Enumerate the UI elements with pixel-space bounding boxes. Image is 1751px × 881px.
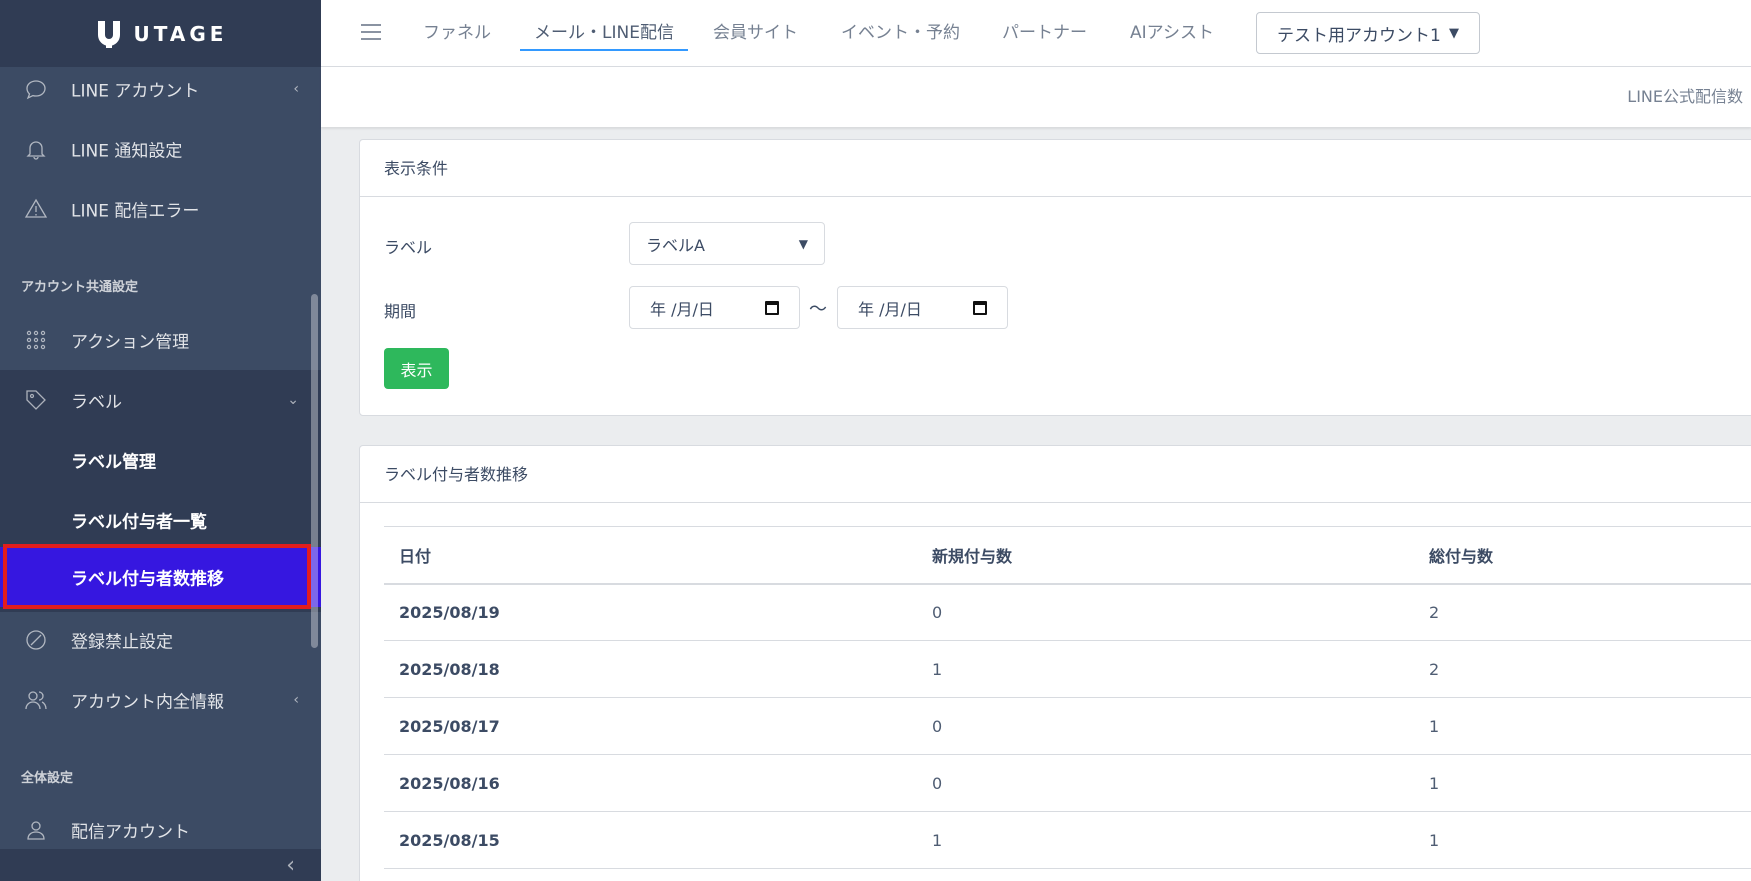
sidebar-item-line-error[interactable]: LINE 配信エラー <box>0 179 321 239</box>
sidebar-section-title: 全体設定 <box>21 771 74 786</box>
chevron-down-icon: ⌄ <box>287 392 299 408</box>
calendar-icon[interactable] <box>765 300 779 315</box>
chevron-left-icon: ‹ <box>293 692 299 708</box>
row-new-count: 1 <box>917 640 1414 698</box>
sidebar-item-label[interactable]: ラベル ⌄ <box>0 370 321 430</box>
bell-icon <box>26 141 46 160</box>
nav-mail-line[interactable]: メール・LINE配信 <box>520 0 688 67</box>
trend-card-title: ラベル付与者数推移 <box>360 446 1751 503</box>
trend-table: 日付 新規付与数 総付与数 2025/08/19 0 2 2025/08/18 … <box>384 526 1751 869</box>
table-row: 2025/08/16 0 1 <box>384 754 1751 812</box>
label-field-label: ラベル <box>384 238 433 257</box>
sidebar-item-label-users[interactable]: ラベル付与者一覧 <box>0 490 321 550</box>
row-total-count: 1 <box>1414 811 1751 869</box>
filter-card-title: 表示条件 <box>360 140 1751 197</box>
show-button[interactable]: 表示 <box>384 348 449 389</box>
trend-card: ラベル付与者数推移 日付 新規付与数 総付与数 2025/08/19 0 2 2… <box>359 445 1751 881</box>
line-delivery-count-link[interactable]: LINE公式配信数 <box>1627 67 1743 127</box>
range-separator: 〜 <box>809 299 827 320</box>
row-total-count: 2 <box>1414 583 1751 641</box>
sidebar-item-label-manage[interactable]: ラベル管理 <box>0 430 321 490</box>
calendar-icon[interactable] <box>973 300 987 315</box>
tag-icon <box>26 390 46 410</box>
nav-funnel[interactable]: ファネル <box>423 0 491 67</box>
row-new-count: 1 <box>917 811 1414 869</box>
ban-icon <box>26 630 46 650</box>
sidebar-item-line-notify[interactable]: LINE 通知設定 <box>0 119 321 179</box>
subheader: LINE公式配信数 <box>321 67 1751 127</box>
nav-ai-assist[interactable]: AIアシスト <box>1130 0 1214 67</box>
table-row: 2025/08/19 0 2 <box>384 583 1751 641</box>
sidebar-section-title: アカウント共通設定 <box>21 280 139 295</box>
sidebar-item-block-settings[interactable]: 登録禁止設定 <box>0 610 321 670</box>
sidebar-minimizer[interactable]: ‹ <box>0 849 321 881</box>
table-header-row: 日付 新規付与数 総付与数 <box>384 526 1751 585</box>
account-select[interactable]: テスト用アカウント1 ▼ <box>1256 12 1480 54</box>
filter-card: 表示条件 ラベル ラベルA ▼ 期間 年 /月/日 〜 年 /月/日 表示 <box>359 139 1751 416</box>
row-new-count: 0 <box>917 754 1414 812</box>
menu-toggle-icon[interactable] <box>361 24 381 40</box>
sidebar-item-action-manage[interactable]: アクション管理 <box>0 310 321 370</box>
start-date-placeholder: 年 /月/日 <box>650 299 714 319</box>
brand-name: UTAGE <box>133 21 228 46</box>
sidebar-scrollbar[interactable] <box>311 294 318 648</box>
account-select-value: テスト用アカウント1 <box>1277 25 1441 46</box>
chevron-down-icon: ▼ <box>798 236 808 251</box>
row-date: 2025/08/15 <box>384 811 917 869</box>
row-new-count: 0 <box>917 583 1414 641</box>
user-icon <box>27 821 45 840</box>
sidebar-item-label-trend[interactable]: ラベル付与者数推移 <box>0 547 321 607</box>
chevron-left-icon: ‹ <box>286 853 295 878</box>
row-date: 2025/08/16 <box>384 754 917 812</box>
row-date: 2025/08/17 <box>384 697 917 755</box>
start-date-input[interactable]: 年 /月/日 <box>629 286 800 329</box>
end-date-input[interactable]: 年 /月/日 <box>837 286 1008 329</box>
chevron-left-icon: ‹ <box>293 81 299 97</box>
row-date: 2025/08/19 <box>384 583 917 641</box>
row-total-count: 1 <box>1414 754 1751 812</box>
end-date-placeholder: 年 /月/日 <box>858 299 922 319</box>
nav-event-booking[interactable]: イベント・予約 <box>841 0 960 67</box>
row-total-count: 2 <box>1414 640 1751 698</box>
utage-logo-icon <box>97 20 120 48</box>
table-row: 2025/08/15 1 1 <box>384 811 1751 869</box>
sidebar-item-account-all-info[interactable]: アカウント内全情報 ‹ <box>0 670 321 730</box>
row-date: 2025/08/18 <box>384 640 917 698</box>
row-new-count: 0 <box>917 697 1414 755</box>
column-header-total: 総付与数 <box>1414 526 1751 585</box>
label-select-value: ラベルA <box>646 235 705 255</box>
nav-partner[interactable]: パートナー <box>1002 0 1087 67</box>
column-header-new: 新規付与数 <box>917 526 1414 585</box>
period-field-label: 期間 <box>384 302 417 321</box>
table-row: 2025/08/17 0 1 <box>384 697 1751 755</box>
sidebar-item-line-account[interactable]: LINE アカウント ‹ <box>0 59 321 119</box>
grid-dots-icon <box>26 330 46 350</box>
label-select[interactable]: ラベルA ▼ <box>629 222 825 265</box>
nav-member-site[interactable]: 会員サイト <box>713 0 798 67</box>
users-icon <box>25 691 47 710</box>
table-row: 2025/08/18 1 2 <box>384 640 1751 698</box>
sidebar: UTAGE LINE アカウント ‹ LINE 通知設定 LINE 配信エラー … <box>0 0 321 881</box>
speech-bubble-icon <box>26 80 46 100</box>
header: ファネル メール・LINE配信 会員サイト イベント・予約 パートナー AIアシ… <box>321 0 1751 67</box>
brand[interactable]: UTAGE <box>0 0 321 67</box>
chevron-down-icon: ▼ <box>1449 25 1459 41</box>
warning-icon <box>24 198 48 218</box>
column-header-date: 日付 <box>384 526 917 585</box>
row-total-count: 1 <box>1414 697 1751 755</box>
